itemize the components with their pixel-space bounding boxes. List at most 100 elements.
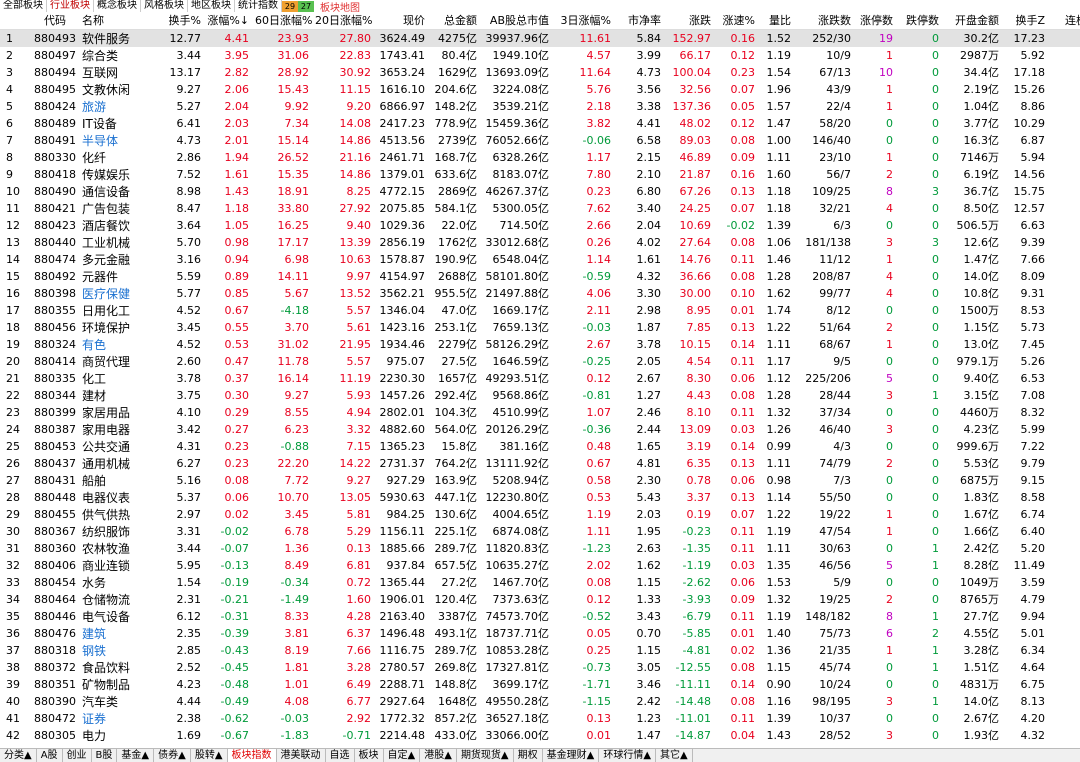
column-header[interactable]: 涨速%: [714, 12, 758, 30]
column-header[interactable]: 总金额: [428, 12, 480, 30]
column-header[interactable]: 3日涨幅%: [552, 12, 614, 30]
table-row[interactable]: 20 880414 商贸代理 2.60 0.47 11.78 5.57 975.07 27.5亿…: [0, 353, 1080, 370]
table-row[interactable]: 26 880437 通用机械 6.27 0.23 22.20 14.22 2731.37 764…: [0, 455, 1080, 472]
table-row[interactable]: 21 880335 化工 3.78 0.37 16.14 11.19 2230.30 1657亿…: [0, 370, 1080, 387]
table-row[interactable]: 27 880431 船舶 5.16 0.08 7.72 9.27 927.29 163.9亿 52…: [0, 472, 1080, 489]
tab-sector-1[interactable]: 行业板块: [47, 0, 94, 12]
table-row[interactable]: 22 880344 建材 3.75 0.30 9.27 5.93 1457.26 292.4亿 9…: [0, 387, 1080, 404]
table-row[interactable]: 40 880390 汽车类 4.44 -0.49 4.08 6.77 2927.64 1648亿…: [0, 693, 1080, 710]
table-row[interactable]: 35 880446 电气设备 6.12 -0.31 8.33 4.28 2163.40 3387…: [0, 608, 1080, 625]
table-row[interactable]: 29 880455 供气供热 2.97 0.02 3.45 5.81 984.25 130.6亿…: [0, 506, 1080, 523]
table-row[interactable]: 1 880493 软件服务 12.77 4.41 23.93 27.80 3624.49 427…: [0, 29, 1080, 47]
table-row[interactable]: 3 880494 互联网 13.17 2.82 28.92 30.92 3653.24 1629…: [0, 64, 1080, 81]
tab-sector-2[interactable]: 概念板块: [94, 0, 141, 12]
table-row[interactable]: 39 880351 矿物制品 4.23 -0.48 1.01 6.49 2288.71 148.…: [0, 676, 1080, 693]
pb-ratio: 1.15: [636, 575, 662, 589]
column-header[interactable]: 换手%: [152, 12, 204, 30]
table-row[interactable]: 37 880318 钢铁 2.85 -0.43 8.19 7.66 1116.75 289.7亿…: [0, 642, 1080, 659]
pb-ratio: 3.99: [636, 48, 662, 62]
bottom-tab-2[interactable]: 创业: [63, 749, 92, 762]
table-row[interactable]: 42 880305 电力 1.69 -0.67 -1.83 -0.71 2214.48 433.…: [0, 727, 1080, 744]
price: 4882.60: [379, 422, 426, 436]
column-header[interactable]: 市净率: [614, 12, 664, 30]
table-row[interactable]: 23 880399 家居用品 4.10 0.29 8.55 4.94 2802.01 104.3…: [0, 404, 1080, 421]
column-header[interactable]: 代码: [30, 12, 80, 30]
column-header[interactable]: 名称: [80, 12, 152, 30]
table-row[interactable]: 4 880495 文教休闲 9.27 2.06 15.43 11.15 1616.10 204.…: [0, 81, 1080, 98]
bottom-tab-3[interactable]: B股: [92, 749, 118, 762]
column-header[interactable]: 涨幅%↓: [204, 12, 252, 30]
bottom-tab-16[interactable]: 环球行情▲: [599, 749, 657, 762]
volume-ratio: 1.17: [766, 354, 792, 368]
table-row[interactable]: 9 880418 传媒娱乐 7.52 1.61 15.35 14.86 1379.01 633.…: [0, 166, 1080, 183]
column-header[interactable]: 涨跌数: [794, 12, 854, 30]
column-header[interactable]: 开盘金额: [942, 12, 1002, 30]
bottom-tab-11[interactable]: 自定▲: [384, 749, 421, 762]
bottom-tab-4[interactable]: 基金▲: [117, 749, 155, 762]
table-row[interactable]: 41 880472 证券 2.38 -0.62 -0.03 2.92 1772.32 857.2…: [0, 710, 1080, 727]
bottom-tab-13[interactable]: 期货现货▲: [457, 749, 514, 762]
table-row[interactable]: 24 880387 家用电器 3.42 0.27 6.23 3.32 4882.60 564.0…: [0, 421, 1080, 438]
table-row[interactable]: 31 880360 农林牧渔 3.44 -0.07 1.36 0.13 1885.66 289.…: [0, 540, 1080, 557]
turnover: 2.35: [176, 626, 202, 640]
table-row[interactable]: 12 880423 酒店餐饮 3.64 1.05 16.25 9.40 1029.36 22.0…: [0, 217, 1080, 234]
bottom-tab-6[interactable]: 股转▲: [191, 749, 228, 762]
sector-map-link[interactable]: 板块地图: [314, 0, 366, 13]
table-row[interactable]: 14 880474 多元金融 3.16 0.94 6.98 10.63 1578.87 190.…: [0, 251, 1080, 268]
table-row[interactable]: 36 880476 建筑 2.35 -0.39 3.81 6.37 1496.48 493.1亿…: [0, 625, 1080, 642]
volume-ratio: 1.14: [766, 490, 792, 504]
bottom-tab-8[interactable]: 港美联动: [277, 749, 326, 762]
bottom-tab-14[interactable]: 期权: [514, 749, 543, 762]
column-header[interactable]: 换手Z: [1002, 12, 1048, 30]
column-header[interactable]: 涨停数: [854, 12, 896, 30]
table-row[interactable]: 17 880355 日用化工 4.52 0.67 -4.18 5.57 1346.04 47.0…: [0, 302, 1080, 319]
table-row[interactable]: 16 880398 医疗保健 5.77 0.85 5.67 13.52 3562.21 955.…: [0, 285, 1080, 302]
table-row[interactable]: 30 880367 纺织服饰 3.31 -0.02 6.78 5.29 1156.11 225.…: [0, 523, 1080, 540]
table-row[interactable]: 2 880497 综合类 3.44 3.95 31.06 22.83 1743.41 80.4亿…: [0, 47, 1080, 64]
table-row[interactable]: 10 880490 通信设备 8.98 1.43 18.91 8.25 4772.15 2869…: [0, 183, 1080, 200]
table-row[interactable]: 38 880372 食品饮料 2.52 -0.45 1.81 3.28 2780.57 269.…: [0, 659, 1080, 676]
bottom-tab-17[interactable]: 其它▲: [656, 749, 693, 762]
table-row[interactable]: 33 880454 水务 1.54 -0.19 -0.34 0.72 1365.44 27.2亿…: [0, 574, 1080, 591]
tab-sector-3[interactable]: 风格板块: [141, 0, 188, 12]
total-amount: 2279亿: [438, 338, 477, 351]
column-header[interactable]: [0, 12, 30, 30]
table-row[interactable]: 28 880448 电器仪表 5.37 0.06 10.70 13.05 5930.63 447…: [0, 489, 1080, 506]
pb-ratio: 4.32: [636, 269, 662, 283]
bottom-tab-12[interactable]: 港股▲: [420, 749, 457, 762]
column-header[interactable]: 连板: [1048, 12, 1080, 30]
table-row[interactable]: 5 880424 旅游 5.27 2.04 9.92 9.20 6866.97 148.2亿 35…: [0, 98, 1080, 115]
column-header[interactable]: 量比: [758, 12, 794, 30]
bottom-tab-1[interactable]: A股: [37, 749, 63, 762]
table-row[interactable]: 6 880489 IT设备 6.41 2.03 7.34 14.08 2417.23 778.9…: [0, 115, 1080, 132]
table-row[interactable]: 25 880453 公共交通 4.31 0.23 -0.88 7.15 1365.23 15.8…: [0, 438, 1080, 455]
table-row[interactable]: 34 880464 仓储物流 2.31 -0.21 -1.49 1.60 1906.01 120…: [0, 591, 1080, 608]
table-row[interactable]: 15 880492 元器件 5.59 0.89 14.11 9.97 4154.97 2688亿…: [0, 268, 1080, 285]
bottom-tab-5[interactable]: 债券▲: [154, 749, 191, 762]
table-row[interactable]: 13 880440 工业机械 5.70 0.98 17.17 13.39 2856.19 176…: [0, 234, 1080, 251]
bottom-tab-15[interactable]: 基金理财▲: [543, 749, 600, 762]
table-row[interactable]: 32 880406 商业连锁 5.95 -0.13 8.49 6.81 937.84 657.5…: [0, 557, 1080, 574]
table-row[interactable]: 8 880330 化纤 2.86 1.94 26.52 21.16 2461.71 168.7亿…: [0, 149, 1080, 166]
bottom-tab-7[interactable]: 板块指数: [227, 749, 277, 762]
column-header[interactable]: 现价: [374, 12, 428, 30]
column-header[interactable]: 涨跌: [664, 12, 714, 30]
tab-sector-4[interactable]: 地区板块: [188, 0, 235, 12]
market-cap: 9568.86亿: [492, 389, 550, 402]
pb-ratio: 1.33: [636, 592, 662, 606]
speed-pct: 0.04: [730, 728, 756, 742]
column-header[interactable]: 60日涨幅%: [252, 12, 312, 30]
tab-sector-5[interactable]: 统计指数: [235, 0, 282, 12]
table-row[interactable]: 11 880421 广告包装 8.47 1.18 33.80 27.92 2075.85 584…: [0, 200, 1080, 217]
column-header[interactable]: 20日涨幅%: [312, 12, 374, 30]
table-row[interactable]: 19 880324 有色 4.52 0.53 31.02 21.95 1934.46 2279亿…: [0, 336, 1080, 353]
table-row[interactable]: 18 880456 环境保护 3.45 0.55 3.70 5.61 1423.16 253.1…: [0, 319, 1080, 336]
bottom-tab-0[interactable]: 分类▲: [0, 749, 37, 762]
table-row[interactable]: 7 880491 半导体 4.73 2.01 15.14 14.86 4513.56 2739亿…: [0, 132, 1080, 149]
change-3d: 0.53: [586, 490, 612, 504]
column-header[interactable]: 跌停数: [896, 12, 942, 30]
column-header[interactable]: AB股总市值: [480, 12, 552, 30]
bottom-tab-9[interactable]: 自选: [326, 749, 355, 762]
bottom-tab-10[interactable]: 板块: [355, 749, 384, 762]
tab-sector-0[interactable]: 全部板块: [0, 0, 47, 12]
